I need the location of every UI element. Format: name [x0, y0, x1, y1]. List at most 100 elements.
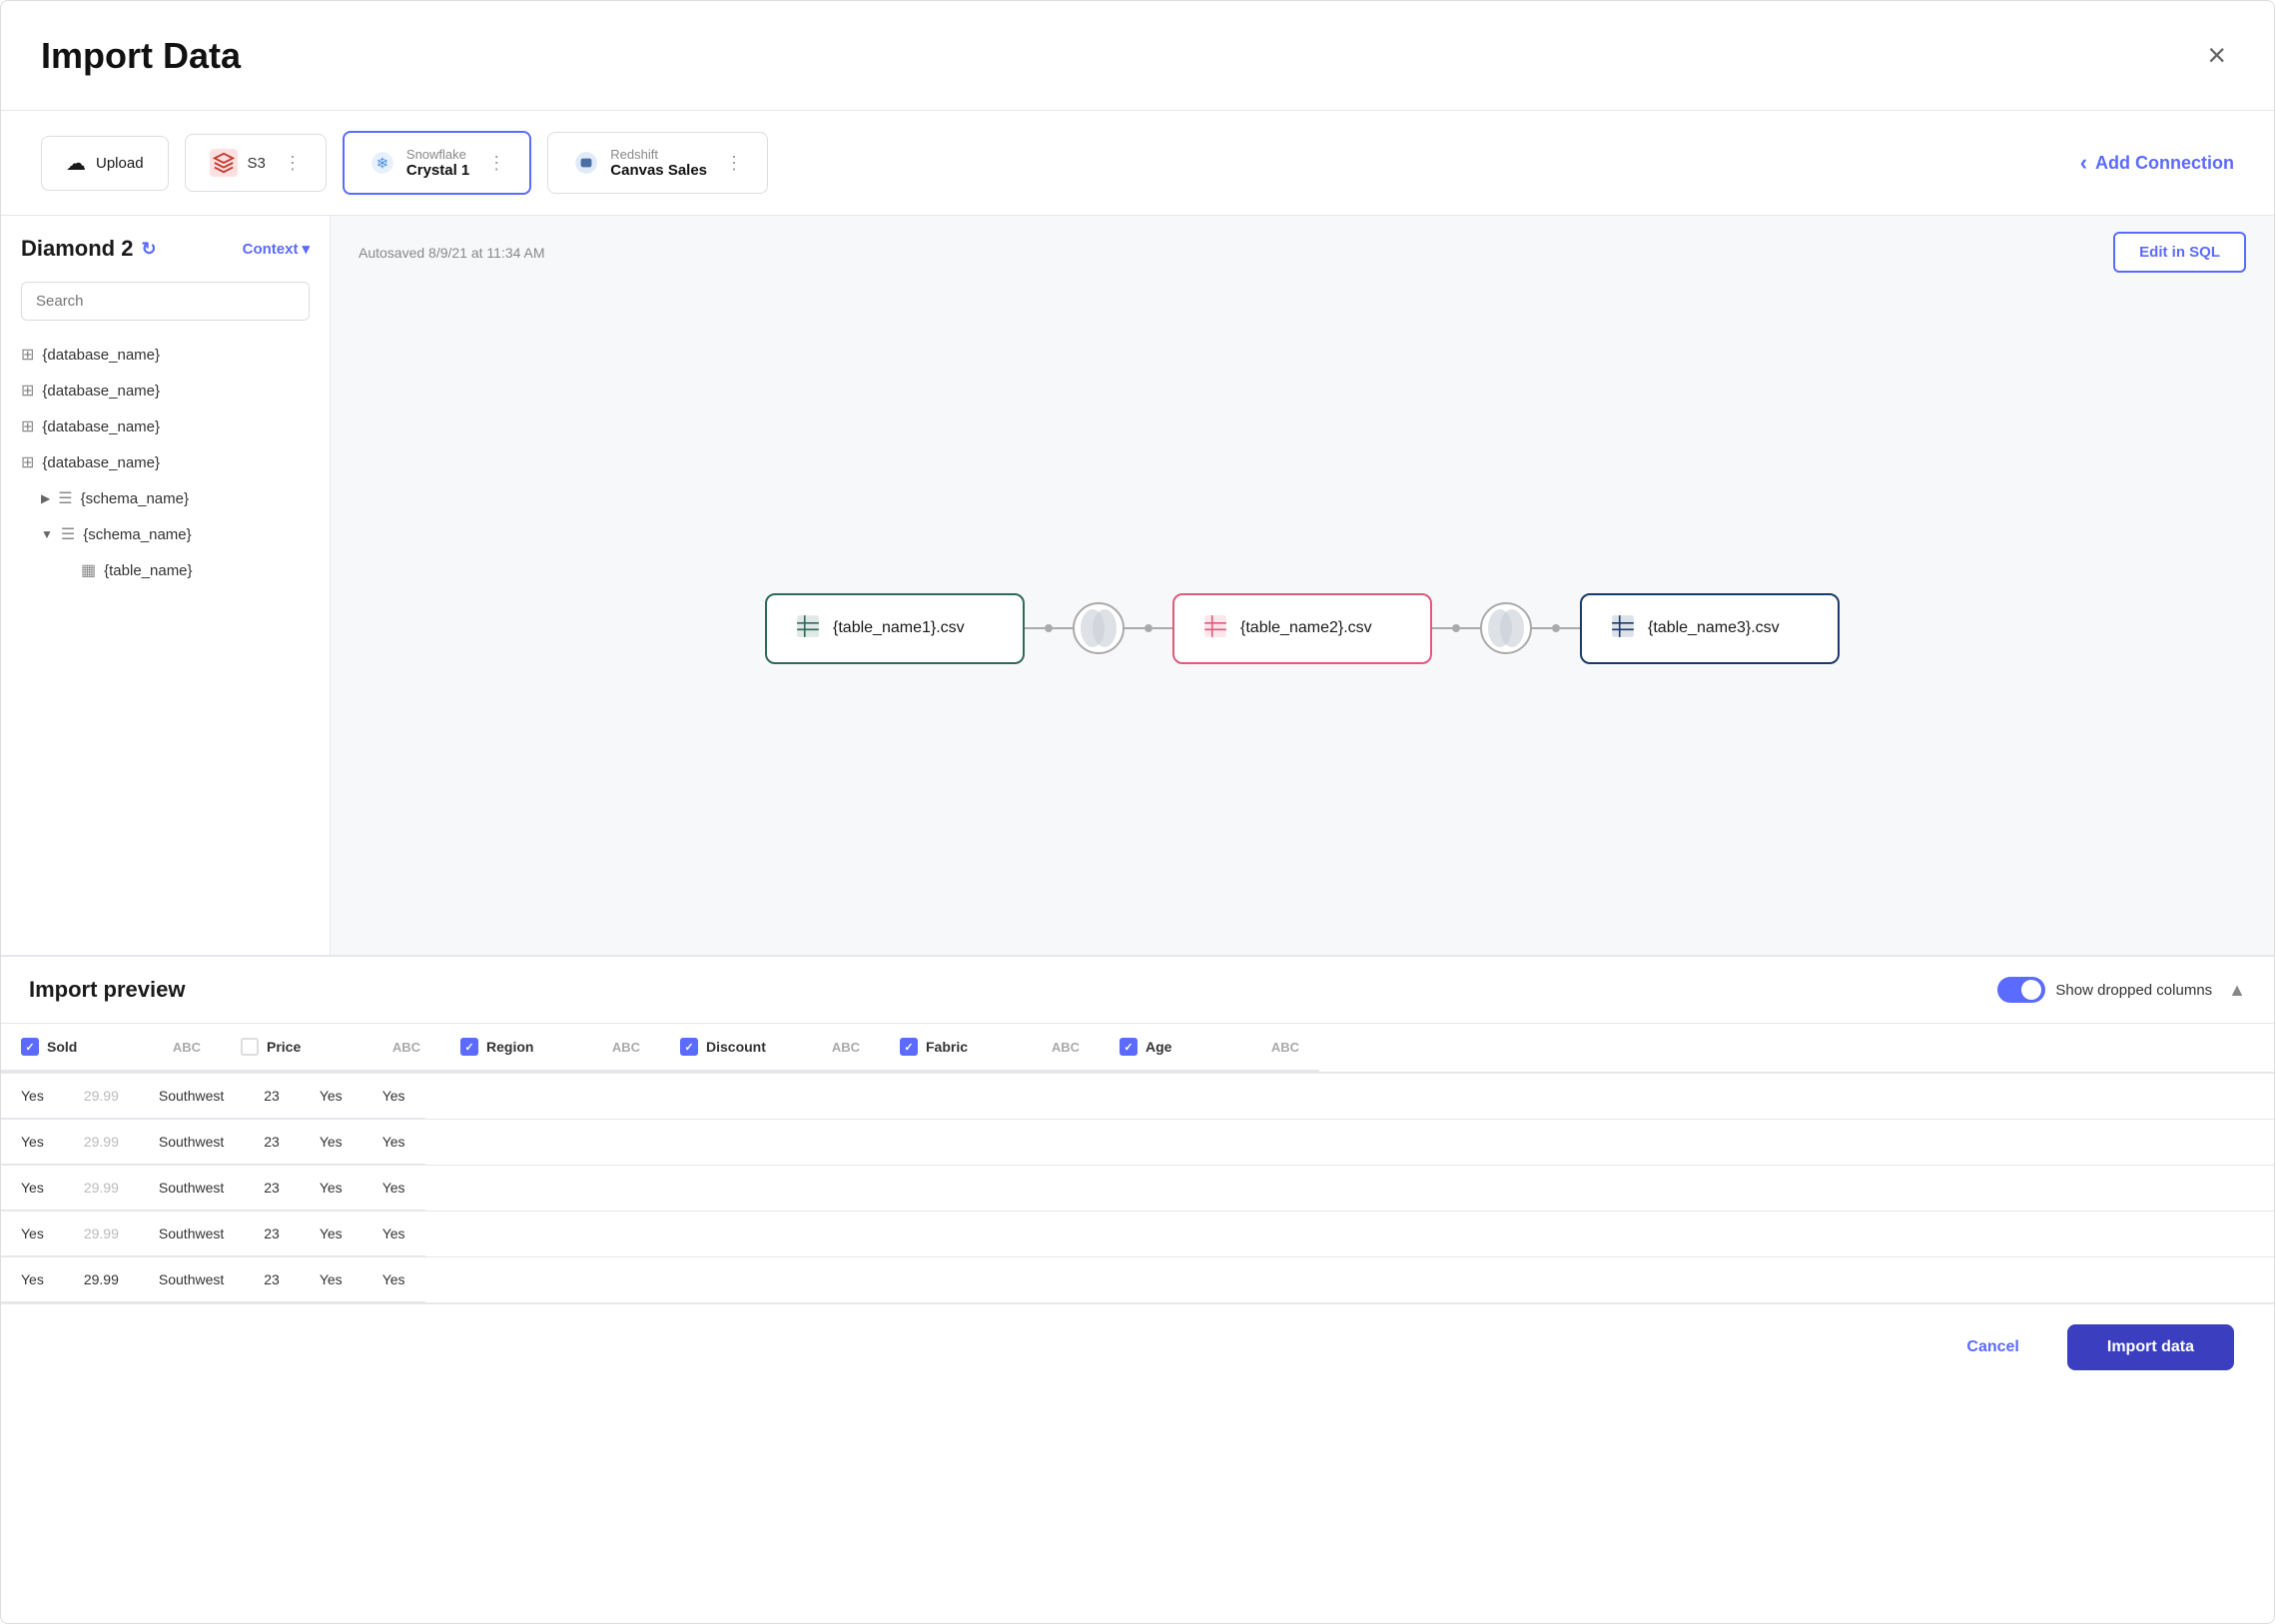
table-node-1-icon: [795, 613, 821, 644]
cancel-button[interactable]: Cancel: [1934, 1324, 2050, 1370]
connector-1: [1025, 602, 1172, 654]
show-dropped-label: Show dropped columns: [2055, 982, 2212, 999]
modal-header: Import Data ×: [1, 1, 2274, 111]
table-node-2[interactable]: {table_name2}.csv: [1172, 593, 1432, 664]
discount-checkbox[interactable]: [680, 1038, 698, 1056]
sold-checkbox[interactable]: [21, 1038, 39, 1056]
cell-price-3: 29.99: [64, 1166, 139, 1211]
svg-text:❄: ❄: [377, 155, 389, 172]
s3-menu-icon[interactable]: ⋮: [284, 153, 302, 174]
cell-age-3: Yes: [363, 1166, 425, 1211]
list-item[interactable]: ▶ ☰ {schema_name}: [21, 480, 310, 516]
list-item[interactable]: ⊞ {database_name}: [21, 337, 310, 373]
cell-discount-1: 23: [244, 1074, 300, 1119]
snowflake-icon: ❄: [369, 149, 396, 177]
redshift-icon: [572, 149, 600, 177]
list-item[interactable]: ⊞ {database_name}: [21, 373, 310, 408]
database-icon-3: ⊞: [21, 416, 34, 436]
database-name-2: {database_name}: [42, 383, 160, 400]
list-item[interactable]: ▼ ☰ {schema_name}: [21, 516, 310, 552]
table-body: Yes 29.99 Southwest 23 Yes Yes Yes 29.99…: [1, 1074, 2274, 1303]
discount-col-type: ABC: [832, 1040, 860, 1055]
preview-controls: Show dropped columns ▲: [1997, 977, 2246, 1003]
refresh-icon[interactable]: ↻: [141, 239, 156, 260]
table-node-2-icon: [1202, 613, 1228, 644]
price-checkbox[interactable]: [241, 1038, 259, 1056]
database-name-4: {database_name}: [42, 454, 160, 471]
add-connection-button[interactable]: ‹ Add Connection: [2080, 150, 2234, 176]
collapse-preview-button[interactable]: ▲: [2228, 980, 2246, 1001]
snowflake-sub: Crystal 1: [406, 162, 469, 179]
fabric-checkbox[interactable]: [900, 1038, 918, 1056]
cell-fabric-2: Yes: [300, 1120, 363, 1165]
snowflake-tab-text: Snowflake Crystal 1: [406, 147, 469, 179]
table-row: Yes 29.99 Southwest 23 Yes Yes: [1, 1212, 2274, 1257]
col-header-discount: Discount ABC: [660, 1024, 880, 1072]
redshift-tab[interactable]: Redshift Canvas Sales ⋮: [547, 132, 768, 194]
cell-price-4: 29.99: [64, 1212, 139, 1256]
sidebar-title: Diamond 2 ↻: [21, 236, 157, 262]
region-col-type: ABC: [612, 1040, 640, 1055]
context-button[interactable]: Context ▾: [243, 240, 310, 258]
import-preview: Import preview Show dropped columns ▲: [1, 955, 2274, 1303]
table-node-3-label: {table_name3}.csv: [1648, 619, 1780, 637]
col-header-price: Price ABC: [221, 1024, 440, 1072]
modal-footer: Cancel Import data: [1, 1303, 2274, 1390]
cell-age-2: Yes: [363, 1120, 425, 1165]
snowflake-tab[interactable]: ❄ Snowflake Crystal 1 ⋮: [343, 131, 531, 195]
cell-sold-1: Yes: [1, 1074, 64, 1119]
search-input[interactable]: [21, 282, 310, 321]
region-checkbox[interactable]: [460, 1038, 478, 1056]
redshift-sub: Canvas Sales: [610, 162, 707, 179]
cell-price-1: 29.99: [64, 1074, 139, 1119]
table-icon: ▦: [81, 560, 96, 580]
canvas-toolbar: Autosaved 8/9/21 at 11:34 AM Edit in SQL: [331, 216, 2274, 289]
table-node-2-label: {table_name2}.csv: [1240, 619, 1372, 637]
cell-region-1: Southwest: [139, 1074, 244, 1119]
modal-title: Import Data: [41, 35, 241, 77]
upload-tab[interactable]: ☁ Upload: [41, 136, 169, 191]
snowflake-menu-icon[interactable]: ⋮: [487, 153, 505, 174]
schema-name-collapsed: {schema_name}: [81, 490, 189, 507]
cell-age-4: Yes: [363, 1212, 425, 1256]
database-icon-2: ⊞: [21, 381, 34, 401]
cell-fabric-1: Yes: [300, 1074, 363, 1119]
cell-price-5: 29.99: [64, 1257, 139, 1302]
sold-col-type: ABC: [173, 1040, 201, 1055]
database-name-1: {database_name}: [42, 347, 160, 364]
cell-fabric-4: Yes: [300, 1212, 363, 1256]
schema-name-expanded: {schema_name}: [83, 526, 191, 543]
table-node-1[interactable]: {table_name1}.csv: [765, 593, 1025, 664]
cell-sold-2: Yes: [1, 1120, 64, 1165]
list-item[interactable]: ⊞ {database_name}: [21, 444, 310, 480]
import-data-button[interactable]: Import data: [2067, 1324, 2234, 1370]
database-icon-1: ⊞: [21, 345, 34, 365]
close-button[interactable]: ×: [2199, 29, 2234, 82]
table-row: Yes 29.99 Southwest 23 Yes Yes: [1, 1166, 2274, 1212]
cell-sold-5: Yes: [1, 1257, 64, 1302]
sold-col-label: Sold: [47, 1039, 77, 1055]
import-data-modal: Import Data × ☁ Upload S3 ⋮ ❄ Snowflake …: [0, 0, 2275, 1624]
cell-sold-3: Yes: [1, 1166, 64, 1211]
table-node-3[interactable]: {table_name3}.csv: [1580, 593, 1840, 664]
cell-region-5: Southwest: [139, 1257, 244, 1302]
table-row: Yes 29.99 Southwest 23 Yes Yes: [1, 1120, 2274, 1166]
redshift-menu-icon[interactable]: ⋮: [725, 153, 743, 174]
list-item[interactable]: ⊞ {database_name}: [21, 408, 310, 444]
cell-discount-3: 23: [244, 1166, 300, 1211]
database-name-3: {database_name}: [42, 418, 160, 435]
list-item[interactable]: ▦ {table_name}: [21, 552, 310, 588]
s3-tab[interactable]: S3 ⋮: [185, 134, 327, 192]
expand-arrow-expanded: ▼: [41, 527, 53, 541]
age-checkbox[interactable]: [1120, 1038, 1138, 1056]
show-dropped-toggle[interactable]: [1997, 977, 2045, 1003]
cell-region-4: Southwest: [139, 1212, 244, 1256]
s3-icon: [210, 149, 238, 177]
cell-sold-4: Yes: [1, 1212, 64, 1256]
data-table: Sold ABC Price ABC: [1, 1024, 2274, 1303]
sidebar: Diamond 2 ↻ Context ▾ ⊞ {database_name} …: [1, 216, 331, 955]
autosave-text: Autosaved 8/9/21 at 11:34 AM: [359, 245, 545, 261]
edit-sql-button[interactable]: Edit in SQL: [2113, 232, 2246, 273]
preview-header: Import preview Show dropped columns ▲: [1, 957, 2274, 1024]
cell-discount-5: 23: [244, 1257, 300, 1302]
